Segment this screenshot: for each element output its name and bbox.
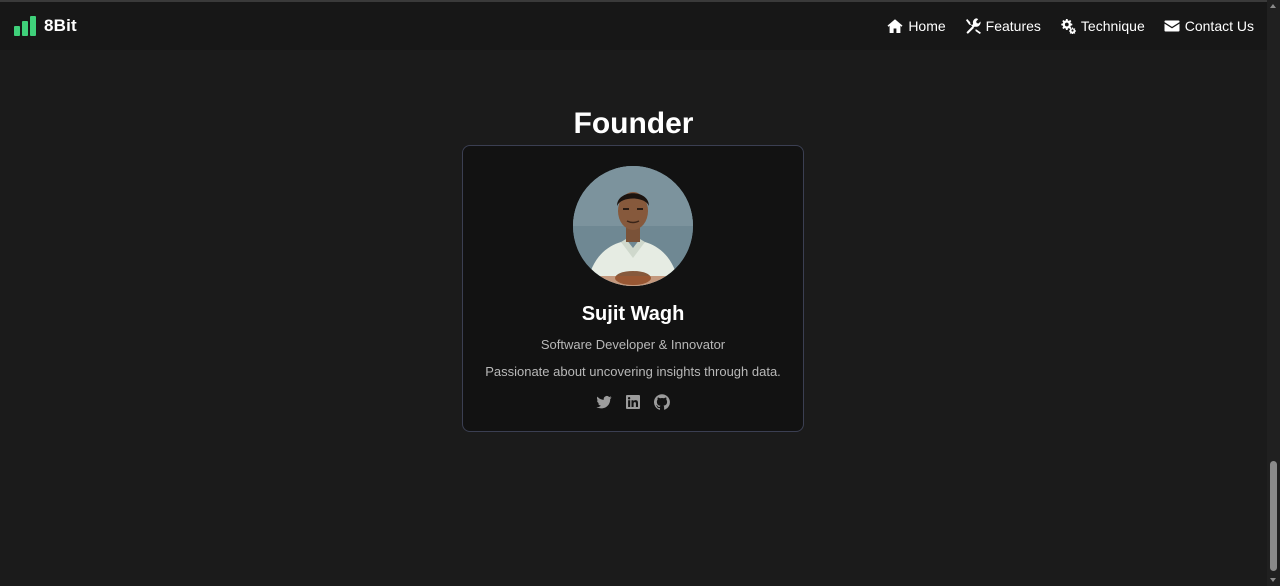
nav-menu: Home Features Technique Contact Us [887,18,1254,34]
nav-item-contact[interactable]: Contact Us [1164,18,1254,34]
founder-bio: Passionate about uncovering insights thr… [485,364,781,379]
home-icon [887,19,903,33]
nav-item-label: Contact Us [1184,18,1254,34]
bar-chart-icon [14,16,36,36]
social-links [463,394,803,410]
founder-photo [573,166,693,286]
founder-card: Sujit Wagh Software Developer & Innovato… [462,145,804,432]
scrollbar-thumb[interactable] [1270,461,1277,571]
founder-name: Sujit Wagh [581,303,685,325]
nav-item-technique[interactable]: Technique [1060,18,1145,34]
founder-avatar [573,166,693,286]
gears-icon [1061,19,1076,34]
tools-icon [965,18,981,34]
github-icon [653,394,670,410]
nav-item-home[interactable]: Home [887,18,946,34]
linkedin-icon [626,395,640,409]
nav-item-label: Technique [1080,18,1145,34]
scrollbar[interactable] [1267,0,1280,586]
linkedin-link[interactable] [625,394,641,410]
section-title: Founder [573,107,694,140]
navbar: 8Bit Home Features Technique Contact Us [0,2,1267,50]
github-link[interactable] [653,394,670,410]
founder-role: Software Developer & Innovator [540,337,726,352]
twitter-link[interactable] [596,394,612,410]
scroll-down-arrow-icon[interactable] [1270,578,1276,582]
brand-name: 8Bit [44,16,77,35]
brand[interactable]: 8Bit [14,16,77,36]
scroll-up-arrow-icon[interactable] [1270,4,1276,8]
envelope-icon [1164,20,1180,32]
nav-item-label: Features [985,18,1041,34]
nav-item-features[interactable]: Features [965,18,1041,34]
twitter-icon [596,396,612,409]
nav-item-label: Home [908,18,946,34]
